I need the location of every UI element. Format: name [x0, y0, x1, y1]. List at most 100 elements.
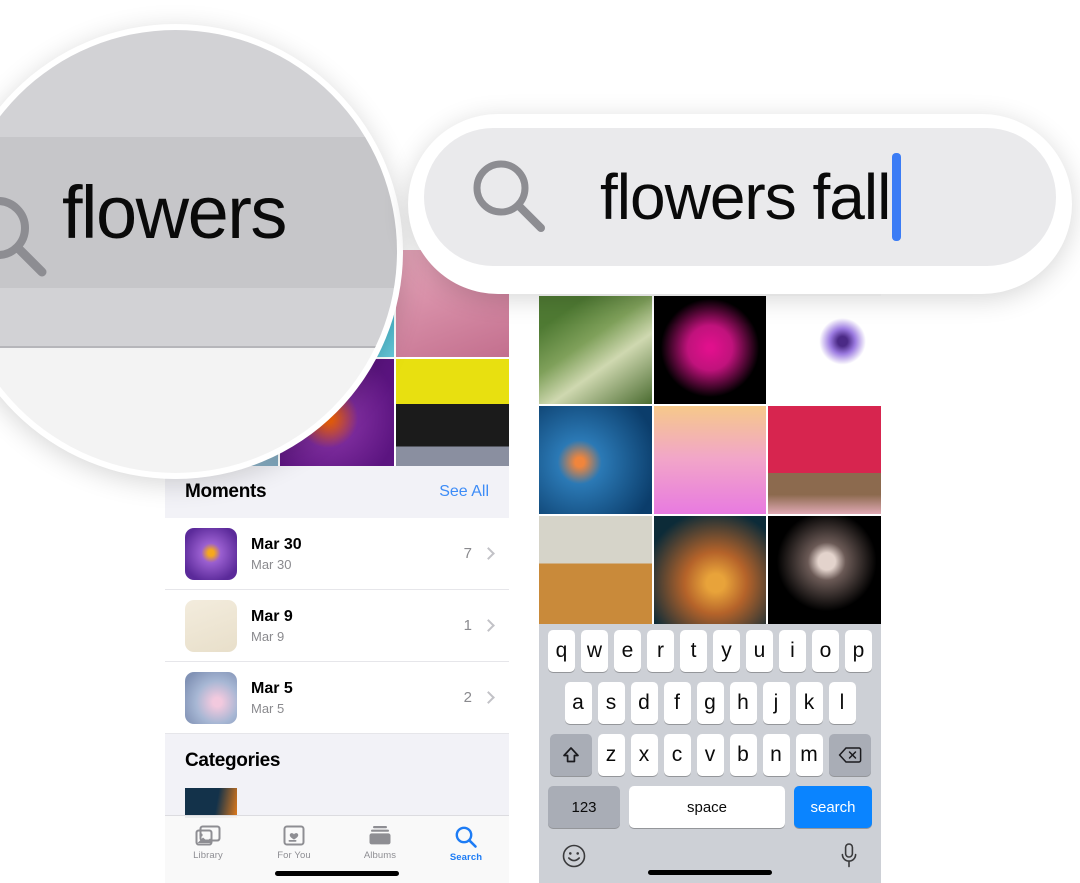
tab-label: Albums	[363, 850, 397, 861]
moment-title: Mar 9	[251, 607, 293, 625]
photo-thumb[interactable]	[539, 406, 652, 514]
magnifier-bubble-after: flowers fall	[408, 114, 1072, 294]
moment-count: 7	[463, 545, 472, 562]
microphone-icon[interactable]	[839, 842, 859, 870]
tab-for-you[interactable]: For You	[251, 825, 337, 861]
key-c[interactable]: c	[663, 734, 691, 776]
photo-thumb[interactable]	[768, 516, 881, 624]
home-indicator	[648, 870, 772, 875]
moment-count: 2	[463, 689, 472, 706]
moment-thumbnail	[185, 671, 237, 724]
search-key[interactable]: search	[794, 786, 872, 828]
moment-subtitle: Mar 9	[251, 629, 285, 645]
moment-count: 1	[463, 617, 472, 634]
photo-thumb[interactable]	[653, 296, 767, 404]
keyboard-footer	[539, 838, 881, 870]
search-icon	[473, 160, 545, 232]
screenshot-stage: Moments See All Mar 30 Mar 30 7 Mar 9 Ma…	[0, 0, 1080, 883]
photo-thumb[interactable]	[539, 296, 652, 404]
key-w[interactable]: w	[581, 630, 608, 672]
key-a[interactable]: a	[564, 682, 592, 724]
magnified-lower-band	[0, 288, 397, 348]
key-i[interactable]: i	[779, 630, 806, 672]
magnifier-circle-content: flowers	[0, 30, 397, 473]
key-q[interactable]: q	[548, 630, 575, 672]
magnified-search-field[interactable]: flowers fall	[424, 128, 1056, 266]
moments-see-all-link[interactable]: See All	[439, 483, 489, 501]
photo-thumb[interactable]	[768, 406, 881, 514]
key-g[interactable]: g	[696, 682, 724, 724]
backspace-key[interactable]	[828, 734, 871, 776]
albums-icon	[369, 826, 391, 845]
category-thumbnail[interactable]	[185, 788, 237, 818]
key-l[interactable]: l	[828, 682, 856, 724]
moment-row[interactable]: Mar 30 Mar 30 7	[165, 518, 509, 590]
moment-subtitle: Mar 5	[251, 701, 285, 717]
tab-label: Search	[449, 852, 483, 863]
key-b[interactable]: b	[729, 734, 757, 776]
magnifier-circle-before: flowers	[0, 24, 403, 479]
key-j[interactable]: j	[762, 682, 790, 724]
right-phone-screen: q w e r t y u i o p a s d f g h j k l z …	[539, 267, 881, 883]
key-n[interactable]: n	[762, 734, 790, 776]
emoji-smiley-icon[interactable]	[561, 843, 587, 869]
magnified-nav-band	[0, 30, 397, 137]
backspace-delete-icon	[838, 747, 861, 763]
photo-thumb[interactable]	[539, 516, 652, 624]
on-screen-keyboard: q w e r t y u i o p a s d f g h j k l z …	[539, 624, 881, 883]
magnified-query-text: flowers fall	[600, 161, 891, 233]
categories-section-header: Categories	[165, 734, 509, 788]
key-r[interactable]: r	[647, 630, 674, 672]
key-y[interactable]: y	[713, 630, 740, 672]
heart-card-icon	[283, 825, 305, 846]
tab-search[interactable]: Search	[423, 825, 509, 863]
space-key[interactable]: space	[629, 786, 785, 828]
key-v[interactable]: v	[696, 734, 724, 776]
key-x[interactable]: x	[630, 734, 658, 776]
tab-bar: Library For You Albums Search	[165, 815, 509, 883]
key-e[interactable]: e	[614, 630, 641, 672]
tab-label: For You	[277, 850, 311, 861]
search-results-photo-grid	[539, 296, 881, 624]
key-u[interactable]: u	[746, 630, 773, 672]
moment-title: Mar 5	[251, 679, 293, 697]
key-z[interactable]: z	[597, 734, 625, 776]
key-k[interactable]: k	[795, 682, 823, 724]
keyboard-row-4: 123 space search	[539, 786, 881, 828]
tab-label: Library	[193, 850, 223, 861]
shift-arrow-icon	[562, 747, 579, 763]
photo-stack-icon	[195, 825, 221, 846]
keyboard-row-2: a s d f g h j k l	[539, 682, 881, 724]
tab-albums[interactable]: Albums	[337, 825, 423, 861]
search-icon	[0, 197, 47, 277]
magnified-query-text: flowers	[62, 171, 287, 254]
key-o[interactable]: o	[812, 630, 839, 672]
key-m[interactable]: m	[795, 734, 823, 776]
tab-library[interactable]: Library	[165, 825, 251, 861]
magnified-content-band	[0, 348, 397, 473]
key-s[interactable]: s	[597, 682, 625, 724]
moment-row[interactable]: Mar 5 Mar 5 2	[165, 662, 509, 734]
search-icon	[455, 826, 477, 848]
key-f[interactable]: f	[663, 682, 691, 724]
numeric-key[interactable]: 123	[548, 786, 620, 828]
moment-title: Mar 30	[251, 535, 302, 553]
moments-title: Moments	[185, 481, 267, 502]
key-h[interactable]: h	[729, 682, 757, 724]
moment-row[interactable]: Mar 9 Mar 9 1	[165, 590, 509, 662]
moment-thumbnail	[185, 599, 237, 652]
photo-thumb[interactable]	[653, 516, 767, 624]
photo-thumb[interactable]	[768, 296, 881, 404]
keyboard-row-1: q w e r t y u i o p	[539, 630, 881, 672]
chevron-right-icon	[482, 691, 495, 704]
photo-thumb[interactable]	[395, 359, 509, 466]
home-indicator	[275, 871, 399, 876]
key-t[interactable]: t	[680, 630, 707, 672]
key-d[interactable]: d	[630, 682, 658, 724]
text-cursor	[892, 153, 902, 241]
photo-thumb[interactable]	[653, 406, 767, 514]
key-p[interactable]: p	[845, 630, 872, 672]
keyboard-row-3: z x c v b n m	[539, 734, 881, 776]
shift-key[interactable]	[549, 734, 592, 776]
categories-title: Categories	[185, 750, 281, 771]
